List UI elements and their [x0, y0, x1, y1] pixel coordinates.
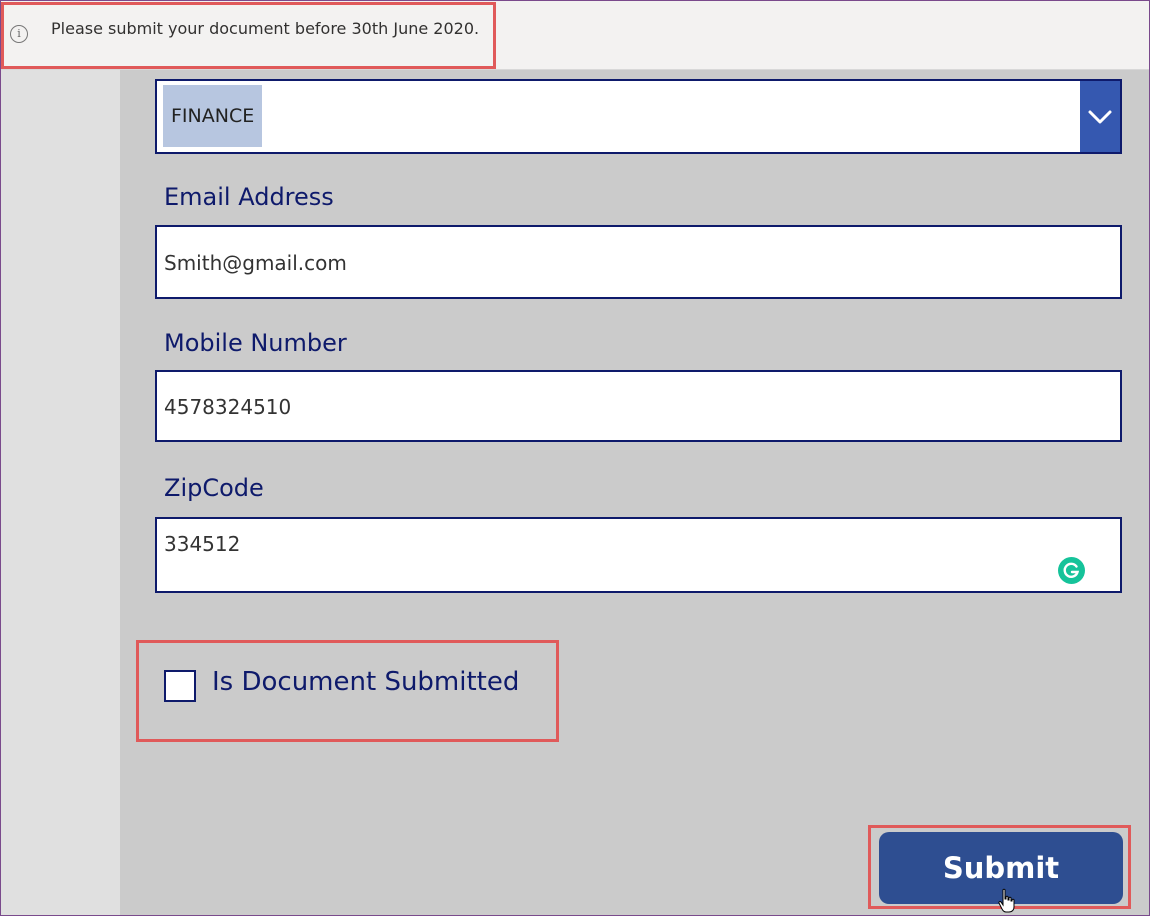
notification-highlight: [1, 2, 496, 69]
chevron-down-icon: [1088, 110, 1112, 124]
zipcode-value: 334512: [164, 532, 241, 556]
mobile-label: Mobile Number: [164, 329, 347, 357]
dropdown-selected-value: FINANCE: [163, 85, 263, 147]
dropdown-toggle[interactable]: [1080, 81, 1120, 152]
department-dropdown[interactable]: FINANCE: [155, 79, 1122, 154]
mobile-field[interactable]: 4578324510: [155, 370, 1122, 442]
hand-cursor-icon: [998, 888, 1015, 913]
zipcode-field[interactable]: 334512: [155, 517, 1122, 593]
left-panel: [1, 70, 120, 915]
grammarly-icon[interactable]: [1058, 557, 1085, 584]
email-label: Email Address: [164, 183, 334, 211]
email-field[interactable]: Smith@gmail.com: [155, 225, 1122, 299]
grammarly-glyph: [1063, 562, 1080, 578]
zipcode-label: ZipCode: [164, 474, 264, 502]
checkbox-highlight: [136, 640, 559, 742]
